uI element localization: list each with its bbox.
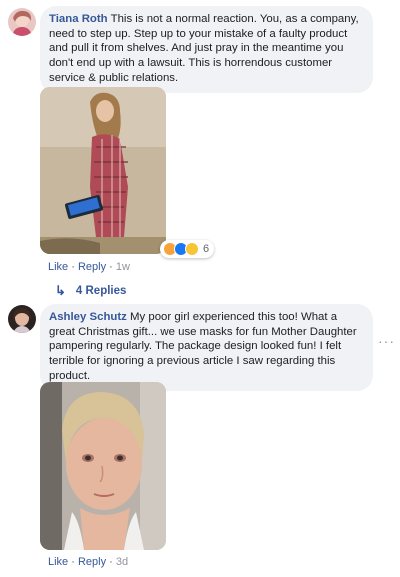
comment-timestamp-2[interactable]: 3d bbox=[116, 556, 128, 568]
like-link[interactable]: Like bbox=[48, 261, 68, 273]
avatar-image bbox=[8, 8, 36, 36]
reaction-count-1: 6 bbox=[203, 243, 210, 255]
comment-actions-2: Like · Reply · 3d bbox=[48, 556, 128, 568]
comment-author-1[interactable]: Tiana Roth bbox=[49, 13, 108, 25]
separator: · bbox=[106, 556, 116, 568]
reply-link[interactable]: Reply bbox=[78, 261, 106, 273]
photo-girl-with-tablet bbox=[40, 87, 166, 254]
avatar-ashley-schutz[interactable] bbox=[8, 305, 36, 333]
reaction-summary-1[interactable]: 6 bbox=[160, 240, 215, 258]
comment-photo-2[interactable] bbox=[40, 382, 166, 550]
like-link[interactable]: Like bbox=[48, 556, 68, 568]
replies-count-label: 4 Replies bbox=[75, 285, 127, 297]
comment-bubble-2: Ashley Schutz My poor girl experienced t… bbox=[40, 304, 373, 391]
comment-bubble-1: Tiana Roth This is not a normal reaction… bbox=[40, 6, 373, 93]
separator: · bbox=[106, 261, 116, 273]
avatar-tiana-roth[interactable] bbox=[8, 8, 36, 36]
comment-author-2[interactable]: Ashley Schutz bbox=[49, 311, 127, 323]
avatar-image bbox=[8, 305, 36, 333]
separator: · bbox=[68, 556, 78, 568]
reply-link[interactable]: Reply bbox=[78, 556, 106, 568]
view-replies-button[interactable]: ↳ 4 Replies bbox=[55, 283, 126, 299]
comment-actions-1: Like · Reply · 1w bbox=[48, 261, 130, 273]
reply-arrow-icon: ↳ bbox=[55, 283, 66, 298]
comment-photo-1[interactable] bbox=[40, 87, 166, 254]
photo-girl-face bbox=[40, 382, 166, 550]
more-options-icon[interactable]: ··· bbox=[378, 333, 395, 349]
wow-icon bbox=[185, 242, 199, 256]
comment-timestamp-1[interactable]: 1w bbox=[116, 261, 130, 273]
separator: · bbox=[68, 261, 78, 273]
